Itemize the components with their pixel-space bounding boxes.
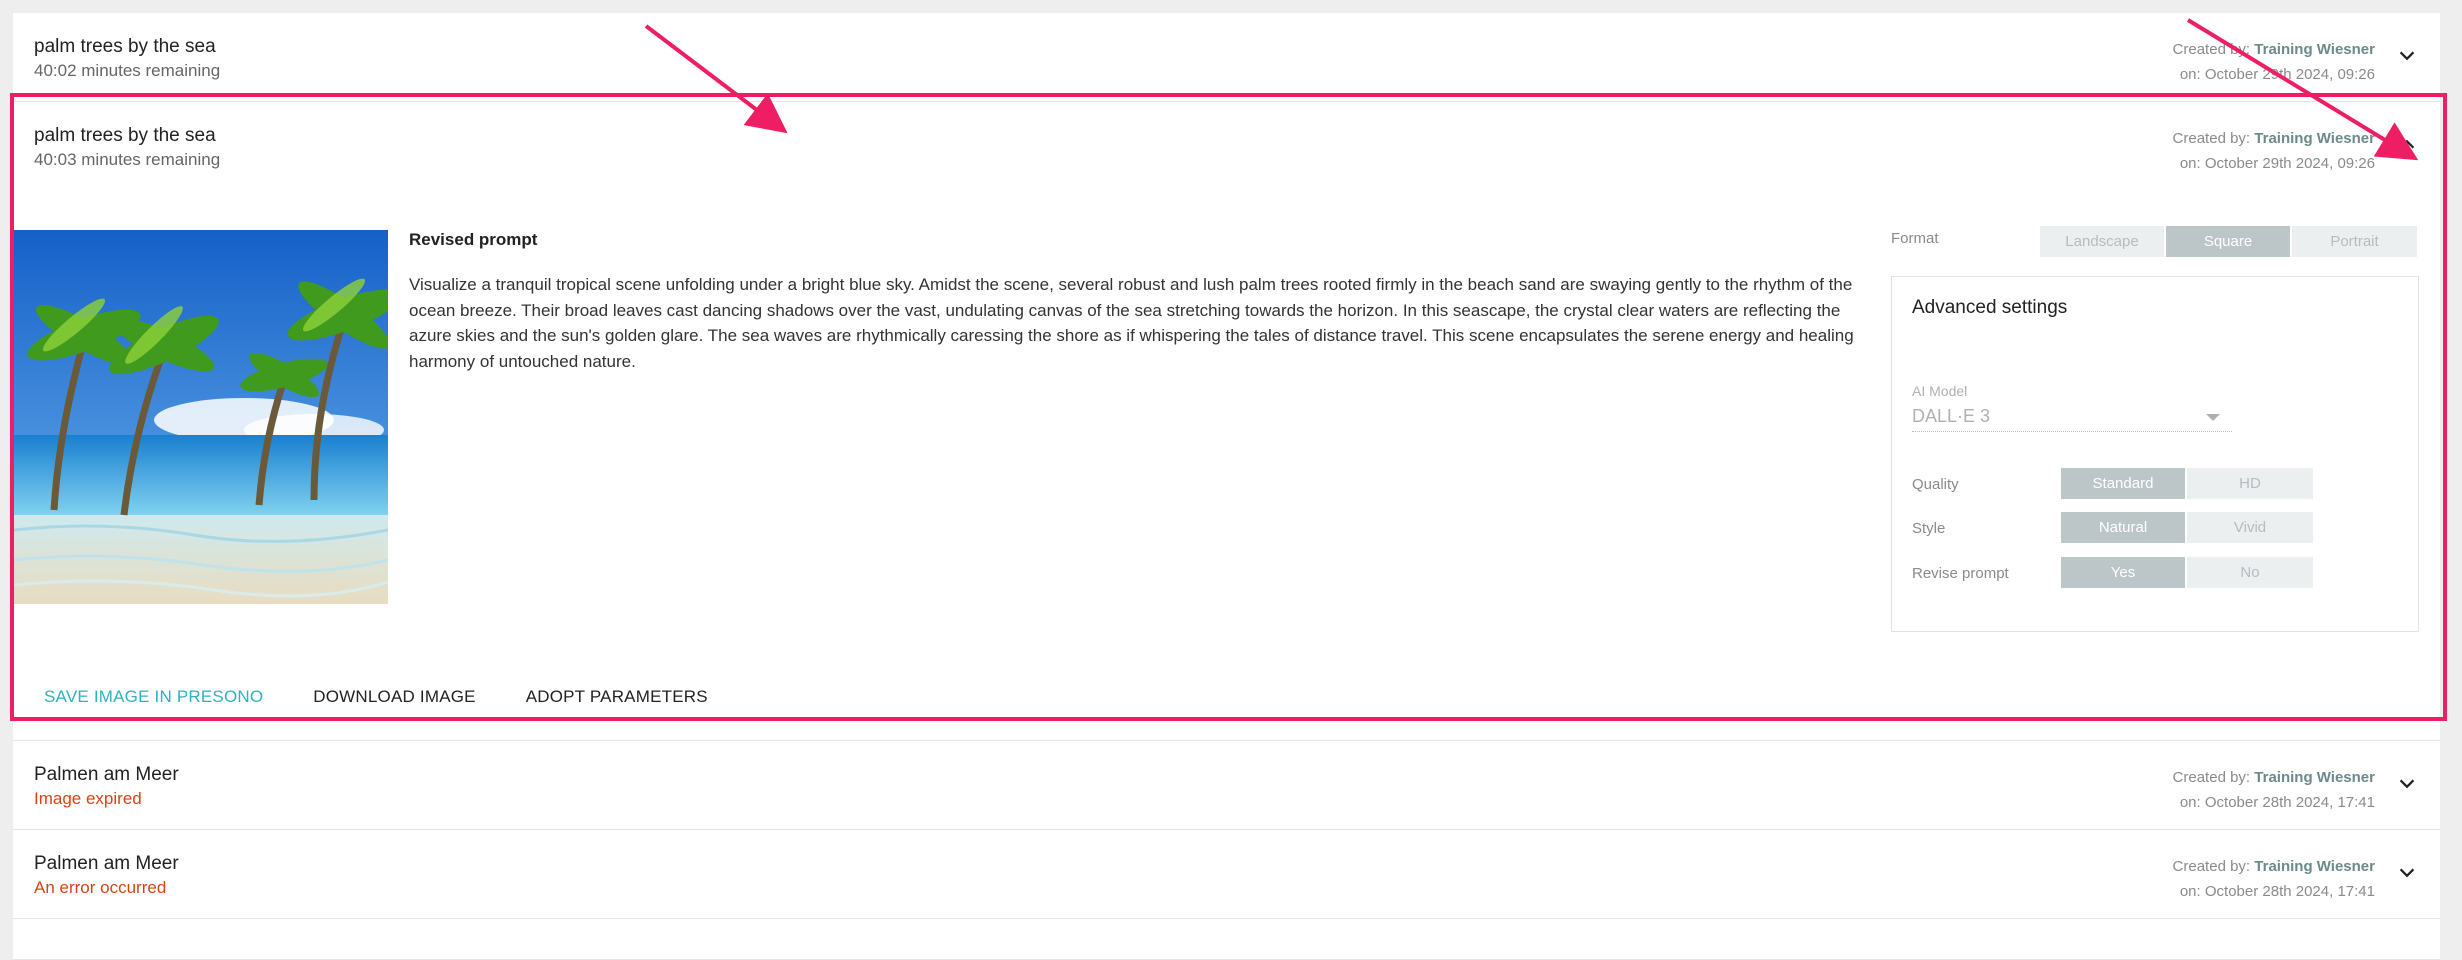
- item-title: Palmen am Meer: [34, 764, 179, 785]
- quality-toggle: Standard HD: [2061, 468, 2313, 499]
- dropdown-caret-icon: [2206, 414, 2220, 421]
- item-details: Revised prompt Visualize a tranquil trop…: [13, 190, 2440, 740]
- item-status: 40:02 minutes remaining: [34, 61, 221, 80]
- item-meta: Created by: Training Wiesner on: October…: [2172, 41, 2375, 83]
- revised-prompt-title: Revised prompt: [409, 230, 538, 249]
- item-status: An error occurred: [34, 878, 167, 897]
- chevron-down-icon[interactable]: [2396, 862, 2418, 884]
- creator-name: Training Wiesner: [2254, 130, 2375, 147]
- format-label: Format: [1891, 230, 1939, 247]
- style-vivid-option[interactable]: Vivid: [2187, 512, 2313, 543]
- save-image-button[interactable]: SAVE IMAGE IN PRESONO: [44, 687, 263, 707]
- item-meta: Created by: Training Wiesner on: October…: [2172, 769, 2375, 811]
- ai-model-label: AI Model: [1912, 383, 1968, 399]
- created-date: on: October 29th 2024, 09:26: [2179, 155, 2375, 172]
- item-meta: Created by: Training Wiesner on: October…: [2172, 130, 2375, 172]
- item-meta: Created by: Training Wiesner on: October…: [2172, 858, 2375, 900]
- chevron-up-icon[interactable]: [2396, 134, 2418, 156]
- quality-standard-option[interactable]: Standard: [2061, 468, 2187, 499]
- format-portrait-option[interactable]: Portrait: [2292, 226, 2417, 257]
- revise-prompt-toggle: Yes No: [2061, 557, 2313, 588]
- revised-prompt-text: Visualize a tranquil tropical scene unfo…: [409, 275, 1854, 371]
- item-actions: SAVE IMAGE IN PRESONO DOWNLOAD IMAGE ADO…: [44, 687, 708, 707]
- revise-yes-option[interactable]: Yes: [2061, 557, 2187, 588]
- style-label: Style: [1912, 520, 1946, 537]
- style-toggle: Natural Vivid: [2061, 512, 2313, 543]
- format-landscape-option[interactable]: Landscape: [2040, 226, 2166, 257]
- creator-name: Training Wiesner: [2254, 858, 2375, 875]
- item-status: 40:03 minutes remaining: [34, 150, 221, 169]
- advanced-settings-title: Advanced settings: [1912, 297, 2068, 318]
- item-status: Image expired: [34, 789, 142, 808]
- revise-prompt-label: Revise prompt: [1912, 565, 2009, 582]
- chevron-down-icon[interactable]: [2396, 45, 2418, 67]
- generated-image[interactable]: [14, 230, 388, 604]
- list-item[interactable]: palm trees by the sea 40:02 minutes rema…: [13, 13, 2440, 102]
- creator-name: Training Wiesner: [2254, 41, 2375, 58]
- style-natural-option[interactable]: Natural: [2061, 512, 2187, 543]
- chevron-down-icon[interactable]: [2396, 773, 2418, 795]
- list-item-expanded: palm trees by the sea 40:03 minutes rema…: [13, 102, 2440, 741]
- revise-no-option[interactable]: No: [2187, 557, 2313, 588]
- format-square-option[interactable]: Square: [2166, 226, 2292, 257]
- list-item[interactable]: Palmen am Meer An error occurred Created…: [13, 830, 2440, 919]
- adopt-parameters-button[interactable]: ADOPT PARAMETERS: [526, 687, 708, 707]
- item-title: palm trees by the sea: [34, 36, 216, 57]
- item-title: palm trees by the sea: [34, 125, 216, 146]
- format-toggle: Landscape Square Portrait: [2040, 226, 2417, 257]
- item-title: Palmen am Meer: [34, 853, 179, 874]
- download-image-button[interactable]: DOWNLOAD IMAGE: [313, 687, 475, 707]
- creator-name: Training Wiesner: [2254, 769, 2375, 786]
- created-date: on: October 29th 2024, 09:26: [2179, 66, 2375, 83]
- created-date: on: October 28th 2024, 17:41: [2179, 794, 2375, 811]
- ai-model-select[interactable]: DALL·E 3: [1912, 403, 2232, 432]
- image-history-list: palm trees by the sea 40:02 minutes rema…: [13, 13, 2440, 960]
- advanced-settings-panel: Advanced settings AI Model DALL·E 3 Qual…: [1891, 276, 2419, 632]
- list-item-partial[interactable]: [13, 919, 2440, 960]
- list-item[interactable]: Palmen am Meer Image expired Created by:…: [13, 741, 2440, 830]
- created-date: on: October 28th 2024, 17:41: [2179, 883, 2375, 900]
- quality-label: Quality: [1912, 476, 1959, 493]
- quality-hd-option[interactable]: HD: [2187, 468, 2313, 499]
